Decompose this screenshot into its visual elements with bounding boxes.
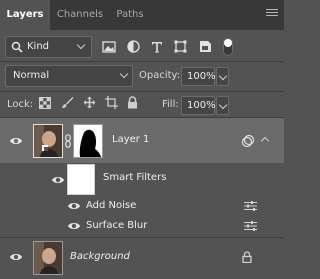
opacity-value: 100%: [187, 71, 216, 82]
layer-row-layer-1[interactable]: Layer 1: [0, 118, 284, 163]
smart-object-indicator-icon: [241, 134, 255, 148]
lock-transparent-pixels-icon[interactable]: [39, 97, 51, 109]
smart-object-filter-icon[interactable]: [199, 40, 212, 53]
blending-options-icon[interactable]: [244, 201, 257, 211]
eye-icon[interactable]: [67, 221, 81, 231]
pixel-filter-icon[interactable]: [102, 41, 116, 53]
shape-filter-icon[interactable]: [174, 40, 187, 53]
layer-name[interactable]: Layer 1: [112, 134, 149, 145]
adjustment-filter-icon[interactable]: [127, 40, 140, 53]
smart-filters-label: Smart Filters: [103, 172, 167, 183]
collapse-effects-icon[interactable]: [260, 136, 270, 146]
link-icon[interactable]: [65, 134, 71, 148]
filter-name: Add Noise: [86, 200, 137, 211]
lock-image-pixels-icon[interactable]: [61, 96, 74, 109]
type-filter-icon[interactable]: [151, 41, 163, 53]
fill-input[interactable]: 100%: [181, 96, 216, 115]
lock-artboard-icon[interactable]: [105, 96, 118, 109]
smart-filters-row[interactable]: Smart Filters: [0, 163, 284, 196]
opacity-label: Opacity:: [139, 70, 181, 81]
eye-icon[interactable]: [9, 252, 23, 262]
eye-icon[interactable]: [9, 136, 23, 146]
filter-row-surface-blur[interactable]: Surface Blur: [0, 216, 284, 236]
chevron-down-icon: [218, 71, 228, 81]
panel-tab-bar: Layers Channels Paths: [0, 0, 284, 30]
blend-mode-label: Normal: [13, 70, 50, 81]
divider: [0, 91, 284, 92]
divider: [0, 61, 284, 62]
eye-icon[interactable]: [51, 175, 65, 185]
lock-icon: [242, 251, 252, 263]
filter-kind-label: Kind: [27, 41, 50, 52]
filter-kind-dropdown[interactable]: Kind: [5, 36, 92, 58]
layer-mask-thumbnail[interactable]: [73, 124, 103, 158]
layer-thumbnail: [33, 241, 63, 275]
fill-dropdown-button[interactable]: [216, 96, 229, 115]
lock-position-icon[interactable]: [83, 96, 96, 109]
opacity-input[interactable]: 100%: [181, 67, 216, 86]
chevron-down-icon: [218, 100, 228, 110]
lock-all-icon[interactable]: [127, 96, 138, 109]
blending-options-icon[interactable]: [244, 221, 257, 231]
chevron-down-icon: [119, 69, 129, 79]
blend-mode-dropdown[interactable]: Normal: [5, 65, 133, 87]
layer-row-background[interactable]: Background: [0, 238, 284, 278]
filter-name: Surface Blur: [86, 220, 148, 231]
tab-paths[interactable]: Paths: [110, 0, 150, 30]
filter-row-add-noise[interactable]: Add Noise: [0, 196, 284, 216]
filter-toggle-icon[interactable]: [223, 38, 233, 56]
opacity-dropdown-button[interactable]: [216, 67, 229, 86]
search-icon: [11, 41, 23, 53]
eye-icon[interactable]: [67, 201, 81, 211]
tab-channels[interactable]: Channels: [52, 0, 108, 30]
panel-menu-icon[interactable]: [266, 9, 278, 21]
chevron-down-icon: [76, 40, 86, 50]
fill-label: Fill:: [162, 99, 179, 110]
lock-label: Lock:: [7, 99, 34, 110]
layer-thumbnail: [33, 124, 63, 158]
layer-name[interactable]: Background: [70, 251, 130, 262]
tab-layers[interactable]: Layers: [0, 0, 50, 30]
fill-value: 100%: [187, 100, 216, 111]
smart-filter-mask-thumbnail[interactable]: [67, 164, 95, 195]
